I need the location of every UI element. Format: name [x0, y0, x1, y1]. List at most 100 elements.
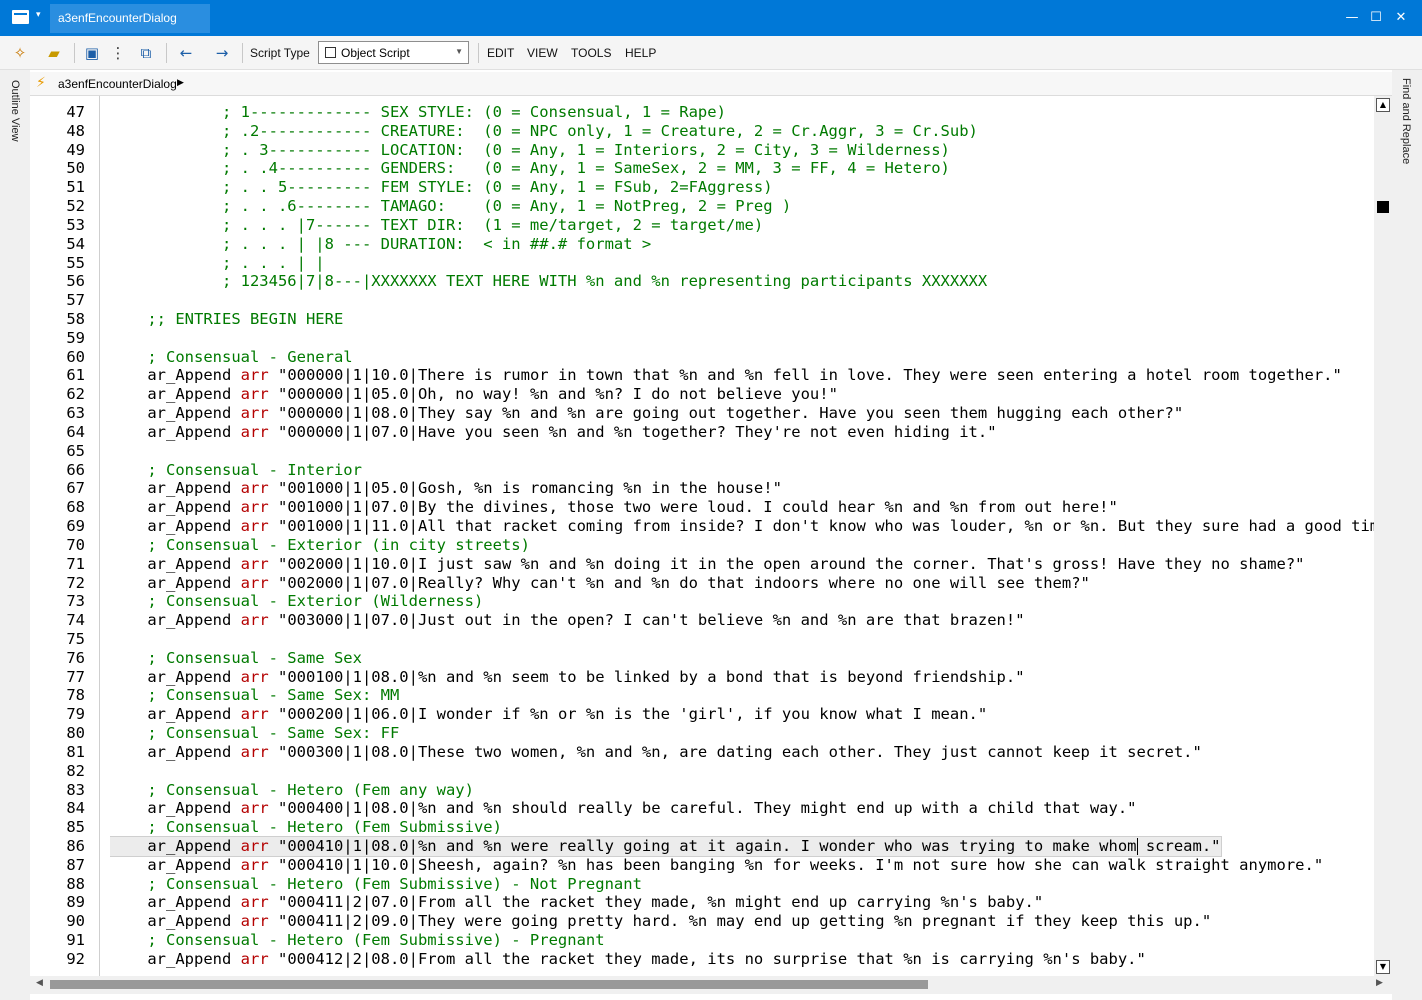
scroll-right-icon[interactable]: ▶	[1376, 978, 1383, 988]
forward-arrow-icon[interactable]: →	[212, 43, 232, 63]
code-line[interactable]: ; Consensual - Same Sex: FF	[110, 724, 399, 743]
chevron-right-icon[interactable]: ▶	[177, 77, 184, 88]
line-number: 55	[66, 253, 85, 272]
code-line[interactable]: ; 1------------- SEX STYLE: (0 = Consens…	[110, 103, 726, 122]
app-window-icon[interactable]	[12, 10, 29, 24]
line-number-gutter: 47 48 49 50 51 52 53 54 55 56 57 58 59 60 61 62 63 64 65 66…	[30, 96, 100, 976]
code-line[interactable]: ar_Append arr "000411|2|09.0|They were g…	[110, 912, 1211, 931]
line-number: 84	[66, 799, 85, 818]
string-literal: "000300|1|08.0|These two women, %n and %…	[268, 742, 1202, 761]
code-line[interactable]: ar_Append arr "000410|1|08.0|%n and %n w…	[110, 835, 1222, 857]
function-name: ar_Append	[110, 667, 241, 686]
code-line[interactable]: ar_Append arr "000411|2|07.0|From all th…	[110, 893, 1043, 912]
comment-text: ; Consensual - Hetero (Fem Submissive) -…	[110, 874, 642, 893]
horizontal-scrollbar[interactable]: ◀ ▶	[30, 976, 1392, 994]
save-all-icon[interactable]: ⧉	[136, 43, 156, 63]
argument-keyword: arr	[240, 517, 269, 536]
code-line[interactable]: ; Consensual - Same Sex: MM	[110, 686, 399, 705]
line-number: 50	[66, 159, 85, 178]
code-line[interactable]: ; . . . |7------ TEXT DIR: (1 = me/targe…	[110, 216, 763, 235]
line-number: 80	[66, 724, 85, 743]
code-line[interactable]: ; 123456|7|8---|XXXXXXX TEXT HERE WITH %…	[110, 272, 987, 291]
code-line[interactable]: ; Consensual - Hetero (Fem Submissive)	[110, 818, 502, 837]
code-line[interactable]: ar_Append arr "000000|1|10.0|There is ru…	[110, 366, 1342, 385]
code-line[interactable]: ; . . .6-------- TAMAGO: (0 = Any, 1 = N…	[110, 197, 791, 216]
script-type-value: Object Script	[341, 46, 410, 60]
code-line[interactable]: ar_Append arr "001000|1|07.0|By the divi…	[110, 498, 1118, 517]
string-literal: "000000|1|08.0|They say %n and %n are go…	[268, 404, 1184, 423]
vertical-scroll-thumb[interactable]	[1377, 201, 1389, 213]
code-line[interactable]: ; . . . | |	[110, 254, 325, 273]
outline-view-tab[interactable]: Outline View	[9, 80, 21, 142]
code-line[interactable]: ar_Append arr "000400|1|08.0|%n and %n s…	[110, 799, 1136, 818]
code-line[interactable]: ; . . 5--------- FEM STYLE: (0 = Any, 1 …	[110, 178, 773, 197]
text-caret	[1137, 837, 1139, 855]
code-line[interactable]: ar_Append arr "001000|1|11.0|All that ra…	[110, 517, 1374, 536]
line-number: 91	[66, 931, 85, 950]
function-name: ar_Append	[110, 949, 241, 968]
code-line[interactable]: ; Consensual - Hetero (Fem Submissive) -…	[110, 875, 642, 894]
script-type-checkbox-icon	[325, 47, 336, 58]
menu-edit[interactable]: EDIT	[487, 46, 514, 60]
code-line[interactable]: ar_Append arr "001000|1|05.0|Gosh, %n is…	[110, 479, 782, 498]
scroll-down-icon[interactable]: ▼	[1376, 960, 1390, 974]
code-line[interactable]: ; Consensual - Exterior (Wilderness)	[110, 592, 483, 611]
code-line[interactable]: ; Consensual - Exterior (in city streets…	[110, 536, 530, 555]
function-name: ar_Append	[110, 573, 241, 592]
code-line[interactable]: ; Consensual - Same Sex	[110, 649, 362, 668]
code-line[interactable]: ; . . . | |8 --- DURATION: < in ##.# for…	[110, 235, 651, 254]
app-menu-chevron-icon[interactable]: ▾	[36, 9, 41, 20]
find-replace-panel: Find and Replace	[1392, 70, 1422, 1000]
code-line[interactable]: ; Consensual - General	[110, 348, 352, 367]
code-line[interactable]: ar_Append arr "000200|1|06.0|I wonder if…	[110, 705, 987, 724]
open-folder-icon[interactable]: ▰	[44, 43, 64, 63]
menu-help[interactable]: HELP	[625, 46, 656, 60]
code-line[interactable]: ar_Append arr "002000|1|10.0|I just saw …	[110, 555, 1304, 574]
minimize-icon[interactable]: —	[1342, 8, 1362, 28]
scroll-left-icon[interactable]: ◀	[36, 978, 43, 988]
code-line[interactable]: ar_Append arr "000412|2|08.0|From all th…	[110, 950, 1146, 969]
code-line[interactable]: ar_Append arr "003000|1|07.0|Just out in…	[110, 611, 1024, 630]
horizontal-scroll-thumb[interactable]	[50, 980, 928, 989]
comment-text: ; . .4---------- GENDERS: (0 = Any, 1 = …	[110, 159, 950, 178]
code-line[interactable]: ;; ENTRIES BEGIN HERE	[110, 310, 343, 329]
breadcrumb-item[interactable]: a3enfEncounterDialog	[58, 77, 177, 91]
line-number: 71	[66, 554, 85, 573]
close-icon[interactable]: ✕	[1391, 8, 1411, 28]
code-line[interactable]: ; Consensual - Interior	[110, 461, 362, 480]
save-icon[interactable]: ▣	[82, 43, 102, 63]
comment-text: ; Consensual - Hetero (Fem Submissive)	[110, 818, 502, 837]
scroll-up-icon[interactable]: ▲	[1376, 98, 1390, 112]
code-line[interactable]: ar_Append arr "000000|1|07.0|Have you se…	[110, 422, 996, 442]
code-line[interactable]: ar_Append arr "000410|1|10.0|Sheesh, aga…	[110, 856, 1323, 875]
code-line[interactable]: ar_Append arr "000100|1|08.0|%n and %n s…	[110, 667, 1024, 687]
find-replace-tab[interactable]: Find and Replace	[1400, 78, 1412, 164]
code-line[interactable]: ar_Append arr "002000|1|07.0|Really? Why…	[110, 574, 1090, 593]
code-line[interactable]: ; . .4---------- GENDERS: (0 = Any, 1 = …	[110, 159, 950, 178]
menu-view[interactable]: VIEW	[527, 46, 558, 60]
code-line[interactable]: ; . 3----------- LOCATION: (0 = Any, 1 =…	[110, 141, 950, 160]
code-line[interactable]: ; Consensual - Hetero (Fem any way)	[110, 781, 474, 800]
code-area[interactable]: ; 1------------- SEX STYLE: (0 = Consens…	[110, 96, 1374, 976]
code-line[interactable]: ; Consensual - Hetero (Fem Submissive) -…	[110, 931, 604, 950]
comment-text: ; . . .6-------- TAMAGO: (0 = Any, 1 = N…	[110, 197, 792, 216]
line-number: 73	[66, 592, 85, 611]
maximize-icon[interactable]: ☐	[1366, 8, 1386, 28]
argument-keyword: arr	[240, 422, 269, 441]
line-number: 65	[66, 441, 85, 460]
code-line[interactable]: ar_Append arr "000000|1|08.0|They say %n…	[110, 404, 1183, 423]
document-tab[interactable]: a3enfEncounterDialog	[50, 4, 210, 33]
code-line[interactable]: ar_Append arr "000300|1|08.0|These two w…	[110, 743, 1202, 762]
code-editor[interactable]: 47 48 49 50 51 52 53 54 55 56 57 58 59 60 61 62 63 64 65 66…	[30, 96, 1374, 976]
back-arrow-icon[interactable]: ←	[176, 43, 196, 63]
line-number: 63	[66, 404, 85, 423]
more-icon[interactable]: ⋮	[108, 43, 128, 63]
code-line[interactable]: ar_Append arr "000000|1|05.0|Oh, no way!…	[110, 385, 838, 404]
new-script-icon[interactable]: ✧	[10, 43, 30, 63]
script-type-select[interactable]: Object Script ▼	[318, 41, 469, 64]
line-number: 74	[66, 611, 85, 630]
menu-tools[interactable]: TOOLS	[571, 46, 611, 60]
vertical-scrollbar[interactable]: ▲ ▼	[1374, 96, 1392, 976]
comment-text: ; Consensual - Exterior (in city streets…	[110, 535, 530, 554]
code-line[interactable]: ; .2------------ CREATURE: (0 = NPC only…	[110, 122, 978, 141]
